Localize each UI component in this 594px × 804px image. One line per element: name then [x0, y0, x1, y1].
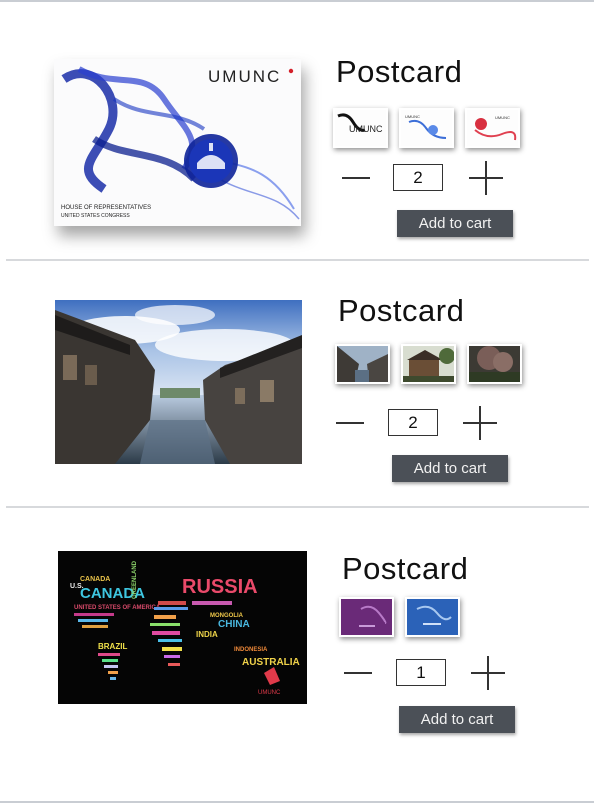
increase-quantity-button[interactable]: [469, 161, 503, 195]
image-caption-1: HOUSE OF REPRESENTATIVES: [61, 205, 151, 211]
product-title: Postcard: [338, 293, 465, 328]
thumbnail-strip: UMUNC UMUNC UMUNC: [333, 108, 520, 148]
quantity-input[interactable]: [393, 164, 443, 191]
quantity-input[interactable]: [388, 409, 438, 436]
map-word: INDIA: [196, 630, 218, 639]
increase-quantity-button[interactable]: [471, 656, 505, 690]
thumbnail[interactable]: [339, 597, 394, 637]
thumbnail[interactable]: [405, 597, 460, 637]
thumbnail[interactable]: UMUNC: [399, 108, 454, 148]
bottom-divider: [0, 801, 594, 803]
add-to-cart-button[interactable]: Add to cart: [399, 706, 515, 733]
map-word: INDONESIA: [234, 647, 268, 653]
add-to-cart-button[interactable]: Add to cart: [397, 210, 513, 237]
thumbnail-strip: [335, 344, 522, 384]
map-word: RUSSIA: [182, 576, 258, 598]
thumbnail[interactable]: [335, 344, 390, 384]
add-to-cart-button[interactable]: Add to cart: [392, 455, 508, 482]
product-image: UMUNC HOUSE OF REPRESENTATIVES UNITED ST…: [54, 59, 301, 226]
svg-text:UMUNC: UMUNC: [495, 115, 510, 120]
section-divider: [6, 506, 589, 508]
svg-text:UMUNC: UMUNC: [349, 124, 383, 134]
quantity-input[interactable]: [396, 659, 446, 686]
product-image: [55, 300, 302, 464]
thumbnail-strip: [339, 597, 460, 637]
svg-text:UMUNC: UMUNC: [405, 114, 420, 119]
decrease-quantity-button[interactable]: [344, 658, 374, 688]
map-word: BRAZIL: [98, 642, 127, 651]
image-caption-2: UNITED STATES CONGRESS: [61, 213, 130, 219]
increase-quantity-button[interactable]: [463, 406, 497, 440]
thumbnail[interactable]: UMUNC: [333, 108, 388, 148]
map-word: AUSTRALIA: [242, 657, 300, 668]
thumbnail[interactable]: UMUNC: [465, 108, 520, 148]
product-title: Postcard: [336, 54, 463, 89]
top-divider: [0, 0, 594, 2]
decrease-quantity-button[interactable]: [342, 163, 372, 193]
image-brand-text: UMUNC: [258, 690, 281, 696]
map-word: UNITED STATES OF AMERICA: [74, 605, 161, 611]
thumbnail[interactable]: [401, 344, 456, 384]
product-image: CANADA U.S. CANADA GREENLAND UNITED STAT…: [58, 551, 307, 704]
product-title: Postcard: [342, 551, 469, 586]
image-brand-text: UMUNC: [208, 67, 281, 86]
map-word: CHINA: [218, 619, 250, 630]
decrease-quantity-button[interactable]: [336, 408, 366, 438]
section-divider: [6, 259, 589, 261]
thumbnail[interactable]: [467, 344, 522, 384]
map-word: GREENLAND: [132, 560, 138, 599]
map-word: CANADA: [80, 576, 110, 583]
